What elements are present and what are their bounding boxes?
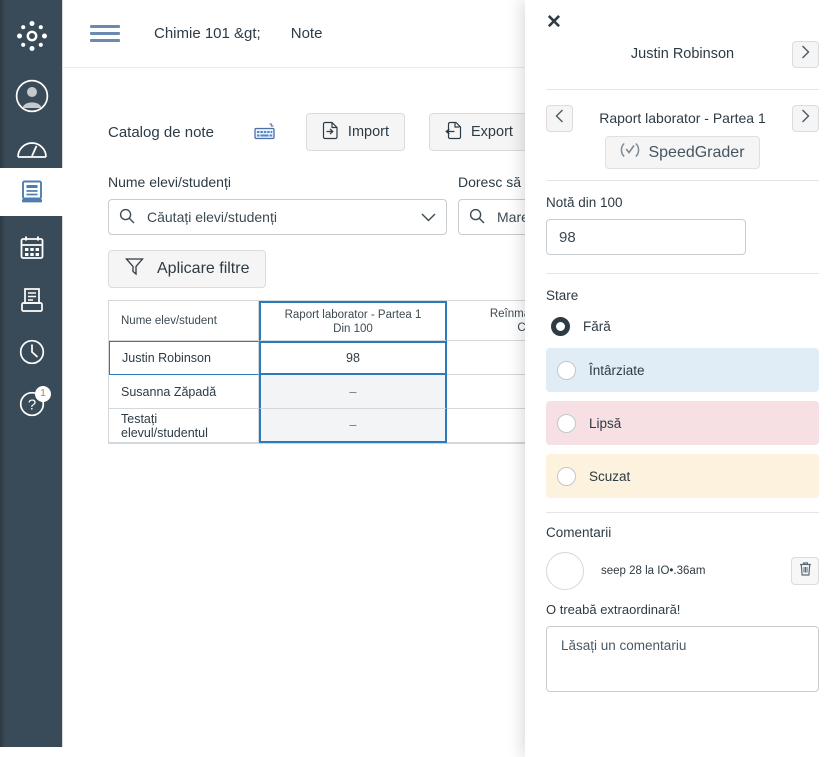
- comment-item: seep 28 la IO•.36am: [546, 552, 819, 590]
- tray-body: Notă din 100 98 Stare Fără Întârziate Li…: [525, 195, 840, 692]
- hamburger-menu-icon[interactable]: [90, 21, 120, 46]
- inbox-icon: [18, 286, 46, 314]
- status-option-label: Fără: [583, 318, 611, 334]
- sidebar-item-history[interactable]: [0, 332, 63, 372]
- page-title: Catalog de note: [108, 123, 214, 141]
- import-button[interactable]: Import: [305, 113, 406, 151]
- divider: [546, 273, 819, 274]
- chevron-left-icon: [555, 109, 564, 128]
- next-student-button[interactable]: [792, 40, 819, 68]
- tray-student-name: Justin Robinson: [630, 46, 735, 62]
- next-assignment-button[interactable]: [792, 104, 819, 132]
- status-option-none[interactable]: Fără: [546, 313, 819, 339]
- status-option-missing[interactable]: Lipsă: [546, 401, 819, 445]
- assignment-navigation: Raport laborator - Partea 1: [546, 104, 819, 132]
- sidebar-item-account[interactable]: [0, 76, 63, 116]
- export-label: Export: [471, 124, 513, 140]
- apply-filters-button[interactable]: Aplicare filtre: [108, 250, 267, 288]
- search-icon: [469, 208, 485, 227]
- grid-header-assignment-points: Din 100: [333, 322, 373, 335]
- new-comment-input[interactable]: Lăsați un comentariu: [546, 626, 819, 692]
- search-icon: [119, 208, 135, 227]
- export-icon: [445, 121, 462, 144]
- grade-label: Notă din 100: [546, 195, 623, 210]
- radio-icon[interactable]: [551, 316, 570, 336]
- gradebook-page: ? 1 Chimie 101 &gt; Note Catalog de note: [0, 0, 840, 757]
- status-option-late[interactable]: Întârziate: [546, 348, 819, 392]
- sidebar-item-dashboard[interactable]: [0, 128, 63, 168]
- sidebar-item-help[interactable]: ? 1: [0, 384, 63, 424]
- divider: [546, 512, 819, 513]
- courses-book-icon: [18, 178, 46, 206]
- import-icon: [322, 121, 339, 144]
- sidebar-item-courses[interactable]: [0, 168, 63, 216]
- status-option-label: Întârziate: [589, 362, 645, 378]
- student-search-placeholder: Căutați elevi/studenți: [147, 209, 277, 225]
- chevron-down-icon[interactable]: [421, 209, 436, 225]
- grid-cell-student-name[interactable]: Testați elevul/studentul: [109, 409, 259, 443]
- status-label: Stare: [546, 288, 579, 303]
- student-search-input[interactable]: Căutați elevi/studenți: [108, 199, 447, 235]
- table-row[interactable]: Testați elevul/studentul –: [109, 409, 597, 443]
- student-navigation: Justin Robinson: [546, 30, 819, 78]
- sidebar-item-canvas-logo[interactable]: [0, 8, 63, 64]
- grade-detail-tray: ✕ Justin Robinson Raport laborator - Par…: [525, 0, 840, 757]
- radio-icon[interactable]: [557, 413, 576, 433]
- status-options: Fără Întârziate Lipsă Scuzat: [546, 313, 819, 498]
- breadcrumb-course-link[interactable]: Chimie 101 &gt;: [154, 25, 261, 42]
- keyboard-shortcuts-icon[interactable]: [254, 121, 276, 143]
- grid-header-student[interactable]: Nume elev/student: [109, 301, 259, 341]
- sidebar-item-calendar[interactable]: [0, 228, 63, 268]
- filter-icon: [125, 257, 144, 281]
- grid-header-assignment-title: Raport laborator - Partea 1: [284, 308, 422, 321]
- table-row[interactable]: Susanna Zăpadă –: [109, 375, 597, 409]
- import-label: Import: [347, 124, 390, 140]
- speedgrader-label: SpeedGrader: [648, 143, 745, 161]
- canvas-logo-icon: [13, 17, 51, 55]
- breadcrumb-page-label[interactable]: Note: [291, 25, 323, 42]
- grid-cell-student-name[interactable]: Susanna Zăpadă: [109, 375, 259, 409]
- dashboard-icon: [16, 135, 48, 161]
- status-option-label: Scuzat: [589, 468, 631, 484]
- help-badge: 1: [35, 386, 51, 402]
- clock-history-icon: [18, 338, 46, 366]
- grid-cell-score[interactable]: –: [259, 375, 447, 409]
- global-navigation: ? 1: [0, 0, 63, 747]
- comment-body: O treabă extraordinară!: [546, 602, 681, 617]
- grid-cell-score[interactable]: –: [259, 409, 447, 443]
- divider: [546, 180, 819, 181]
- table-row[interactable]: Justin Robinson 98: [109, 341, 597, 375]
- grade-input[interactable]: 98: [546, 219, 746, 255]
- gradebook-toolbar: Catalog de note Import Export: [108, 113, 565, 151]
- status-option-label: Lipsă: [589, 415, 622, 431]
- speedgrader-button[interactable]: SpeedGrader: [605, 136, 760, 169]
- calendar-icon: [18, 234, 46, 262]
- status-option-excused[interactable]: Scuzat: [546, 454, 819, 498]
- grid-cell-score[interactable]: 98: [259, 341, 447, 375]
- svg-text:?: ?: [27, 397, 35, 414]
- comment-meta: seep 28 la IO•.36am: [601, 565, 706, 577]
- grid-header-row: Nume elev/student Raport laborator - Par…: [109, 301, 597, 341]
- chevron-right-icon: [801, 109, 810, 128]
- apply-filters-label: Aplicare filtre: [157, 260, 250, 277]
- radio-icon[interactable]: [557, 466, 576, 486]
- tray-assignment-name: Raport laborator - Partea 1: [599, 110, 766, 126]
- radio-icon[interactable]: [557, 360, 576, 380]
- sidebar-item-inbox[interactable]: [0, 280, 63, 320]
- delete-comment-button[interactable]: [791, 557, 819, 585]
- previous-assignment-button[interactable]: [546, 104, 573, 132]
- avatar: [546, 552, 584, 590]
- speedgrader-icon: [620, 140, 640, 165]
- divider: [546, 89, 819, 90]
- comments-label: Comentarii: [546, 525, 612, 540]
- student-names-label: Nume elevi/studenți: [108, 174, 231, 190]
- trash-icon: [798, 561, 813, 582]
- chevron-right-icon: [801, 45, 810, 64]
- account-icon: [15, 79, 49, 113]
- grid-header-assignment[interactable]: Raport laborator - Partea 1 Din 100: [259, 301, 447, 341]
- grid-cell-student-name[interactable]: Justin Robinson: [109, 341, 259, 375]
